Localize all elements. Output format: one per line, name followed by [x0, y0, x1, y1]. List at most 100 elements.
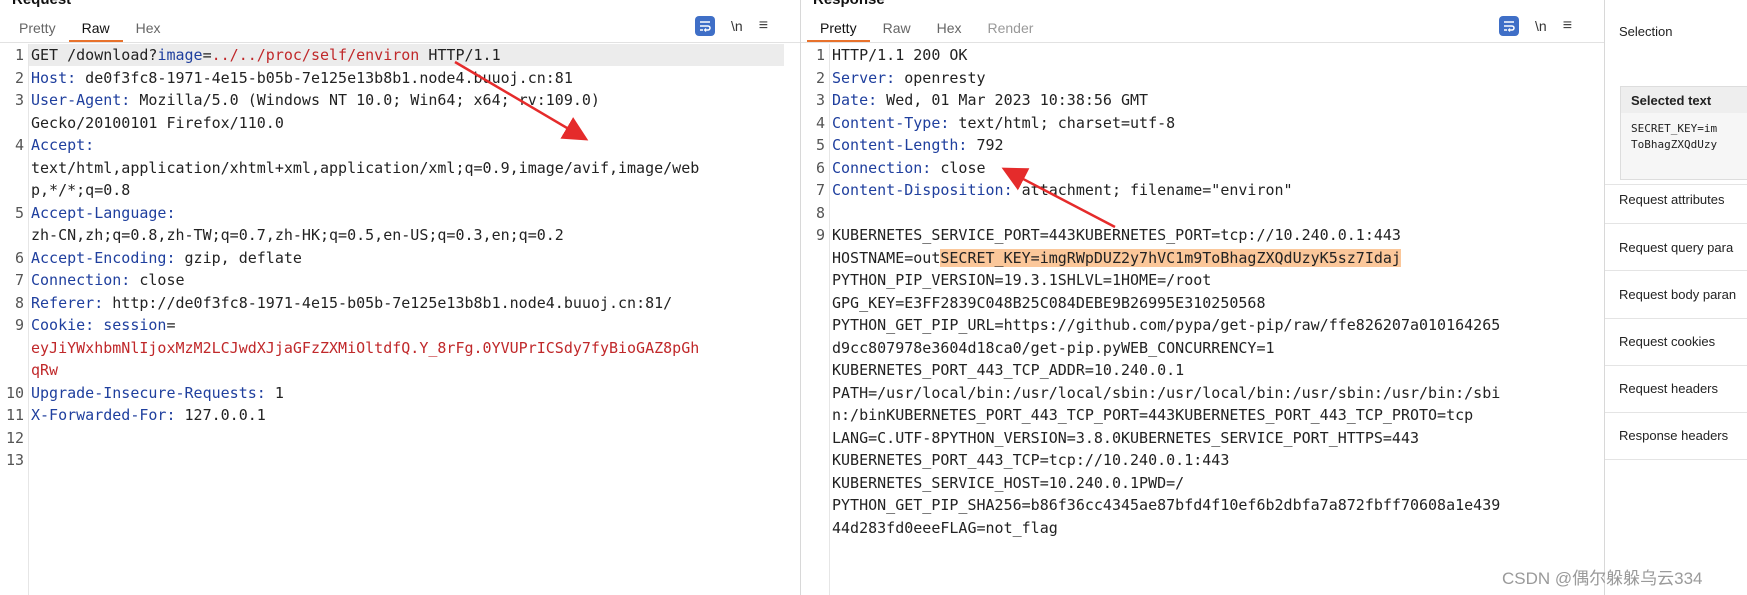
- editor-line: zh-CN,zh;q=0.8,zh-TW;q=0.7,zh-HK;q=0.5,e…: [0, 224, 800, 247]
- text-segment: d9cc807978e3604d18ca0/get-pip.pyWEB_CONC…: [832, 338, 1275, 357]
- show-newlines-button[interactable]: \n: [1535, 18, 1547, 34]
- editor-line: d9cc807978e3604d18ca0/get-pip.pyWEB_CONC…: [801, 337, 1604, 360]
- menu-icon[interactable]: ≡: [759, 17, 768, 35]
- header-name: X-Forwarded-For:: [31, 406, 176, 424]
- line-number: 1: [815, 46, 825, 64]
- divider: [1605, 223, 1747, 224]
- selection-label: Selection: [1619, 24, 1673, 39]
- header-name: Host:: [31, 68, 77, 87]
- header-name: image: [157, 46, 203, 64]
- line-text: text/html,application/xhtml+xml,applicat…: [31, 157, 699, 180]
- editor-line: text/html,application/xhtml+xml,applicat…: [0, 157, 800, 180]
- tab-hex[interactable]: Hex: [123, 14, 174, 42]
- text-segment: text/html; charset=utf-8: [949, 113, 1176, 132]
- editor-line: Gecko/20100101 Firefox/110.0: [0, 112, 800, 135]
- tab-raw[interactable]: Raw: [870, 14, 924, 42]
- response-editor[interactable]: 1 HTTP/1.1 200 OK 2 Server: openresty 3 Date:…: [801, 44, 1604, 595]
- text-segment: Gecko/20100101 Firefox/110.0: [31, 113, 284, 132]
- request-editor[interactable]: 1 GET /download?image=../../proc/self/env…: [0, 44, 800, 595]
- editor-line: PYTHON_GET_PIP_URL=https://github.com/py…: [801, 314, 1604, 337]
- editor-line: KUBERNETES_PORT_443_TCP=tcp://10.240.0.1…: [801, 449, 1604, 472]
- text-segment: GPG_KEY=E3FF2839C048B25C084DEBE9B26995E3…: [832, 293, 1266, 312]
- text-segment: KUBERNETES_PORT_443_TCP_ADDR=10.240.0.1: [832, 361, 1185, 379]
- divider: [1605, 459, 1747, 460]
- text-segment: gzip, deflate: [175, 248, 302, 267]
- tab-hex[interactable]: Hex: [924, 14, 975, 42]
- text-segment: close: [130, 271, 185, 289]
- line-text: Server: openresty: [832, 67, 986, 90]
- inspector-item-request-cookies[interactable]: Request cookies: [1619, 334, 1715, 349]
- text-segment: =: [202, 46, 212, 64]
- editor-line: 6 Connection: close: [801, 157, 1604, 180]
- wrap-icon: [1504, 21, 1515, 32]
- text-segment: GET /download?: [31, 46, 158, 64]
- selected-text-preview: SECRET_KEY=im ToBhagZXQdUzy: [1631, 122, 1718, 151]
- editor-line: eyJiYWxhbmNlIjoxMzM2LCJwdXJjaGFzZXMiOltd…: [0, 337, 800, 360]
- inspector-item-request-query-params[interactable]: Request query para: [1619, 240, 1733, 255]
- editor-line: KUBERNETES_PORT_443_TCP_ADDR=10.240.0.1: [801, 359, 1604, 382]
- line-text: Gecko/20100101 Firefox/110.0: [31, 112, 284, 135]
- line-text: Content-Disposition: attachment; filenam…: [832, 179, 1293, 202]
- line-number: 3: [14, 91, 24, 109]
- line-text: Cookie: session=: [31, 314, 176, 337]
- show-newlines-button[interactable]: \n: [731, 18, 743, 34]
- line-text: n:/binKUBERNETES_PORT_443_TCP_PORT=443KU…: [832, 404, 1473, 427]
- menu-icon[interactable]: ≡: [1563, 17, 1572, 35]
- text-segment: 792: [967, 136, 1004, 154]
- line-number: 7: [815, 181, 825, 199]
- line-number: 6: [14, 248, 24, 267]
- editor-line: 7 Connection: close: [0, 269, 800, 292]
- line-text: User-Agent: Mozilla/5.0 (Windows NT 10.0…: [31, 89, 600, 112]
- line-text: Connection: close: [832, 157, 986, 180]
- header-name: Accept:: [31, 136, 95, 154]
- text-segment: PATH=/usr/local/bin:/usr/local/sbin:/usr…: [832, 383, 1501, 402]
- text-segment: Wed, 01 Mar 2023 10:38:56 GMT: [877, 91, 1149, 109]
- editor-line: 5 Accept-Language:: [0, 202, 800, 225]
- inspector-item-request-headers[interactable]: Request headers: [1619, 381, 1718, 396]
- editor-line: 1 HTTP/1.1 200 OK: [801, 44, 1604, 67]
- selected-text-box[interactable]: Selected text SECRET_KEY=im ToBhagZXQdUz…: [1620, 86, 1747, 180]
- text-segment: http://de0f3fc8-1971-4e15-b05b-7e125e13b…: [103, 293, 673, 312]
- editor-line: 8: [801, 202, 1604, 225]
- divider: [1605, 184, 1747, 185]
- line-number: 8: [14, 293, 24, 312]
- word-wrap-button[interactable]: [695, 16, 715, 36]
- header-name: Content-Length:: [832, 136, 968, 154]
- header-name: Cookie:: [31, 316, 95, 334]
- request-title: Request: [12, 0, 71, 8]
- inspector-item-request-body-params[interactable]: Request body paran: [1619, 287, 1736, 302]
- text-segment: PYTHON_GET_PIP_SHA256=b86f36cc4345ae87bf…: [832, 496, 1501, 514]
- tab-pretty[interactable]: Pretty: [6, 14, 69, 42]
- inspector-item-request-attributes[interactable]: Request attributes: [1619, 192, 1725, 207]
- param-value: qRw: [31, 361, 59, 379]
- response-tabs: Pretty Raw Hex Render: [807, 14, 1046, 42]
- line-text: X-Forwarded-For: 127.0.0.1: [31, 404, 266, 427]
- header-name: Content-Type:: [832, 113, 950, 132]
- line-text: zh-CN,zh;q=0.8,zh-TW;q=0.7,zh-HK;q=0.5,e…: [31, 224, 564, 247]
- tab-pretty[interactable]: Pretty: [807, 14, 870, 42]
- wrap-icon: [700, 21, 711, 32]
- inspector-item-response-headers[interactable]: Response headers: [1619, 428, 1728, 443]
- text-segment: KUBERNETES_SERVICE_HOST=10.240.0.1PWD=/: [832, 473, 1185, 492]
- param-value: ../../proc/self/environ: [211, 46, 420, 64]
- header-name: User-Agent:: [31, 91, 131, 109]
- editor-line: 9 Cookie: session=: [0, 314, 800, 337]
- line-number: 2: [14, 68, 24, 87]
- word-wrap-button[interactable]: [1499, 16, 1519, 36]
- tab-raw[interactable]: Raw: [68, 14, 123, 42]
- editor-line: PYTHON_PIP_VERSION=19.3.1SHLVL=1HOME=/ro…: [801, 269, 1604, 292]
- text-segment: =: [166, 316, 176, 334]
- line-text: GPG_KEY=E3FF2839C048B25C084DEBE9B26995E3…: [832, 292, 1265, 315]
- line-text: Accept-Language:: [31, 202, 176, 225]
- header-name: Date:: [832, 91, 878, 109]
- tab-render[interactable]: Render: [975, 14, 1047, 42]
- editor-line: n:/binKUBERNETES_PORT_443_TCP_PORT=443KU…: [801, 404, 1604, 427]
- divider: [1605, 270, 1747, 271]
- line-number: 11: [5, 406, 24, 424]
- editor-line: 44d283fd0eeeFLAG=not_flag: [801, 517, 1604, 540]
- editor-line: 8 Referer: http://de0f3fc8-1971-4e15-b05b…: [0, 292, 800, 315]
- line-number: 6: [815, 158, 825, 177]
- line-text: Upgrade-Insecure-Requests: 1: [31, 382, 284, 405]
- line-text: KUBERNETES_PORT_443_TCP=tcp://10.240.0.1…: [832, 449, 1229, 472]
- header-name: Connection:: [31, 271, 131, 289]
